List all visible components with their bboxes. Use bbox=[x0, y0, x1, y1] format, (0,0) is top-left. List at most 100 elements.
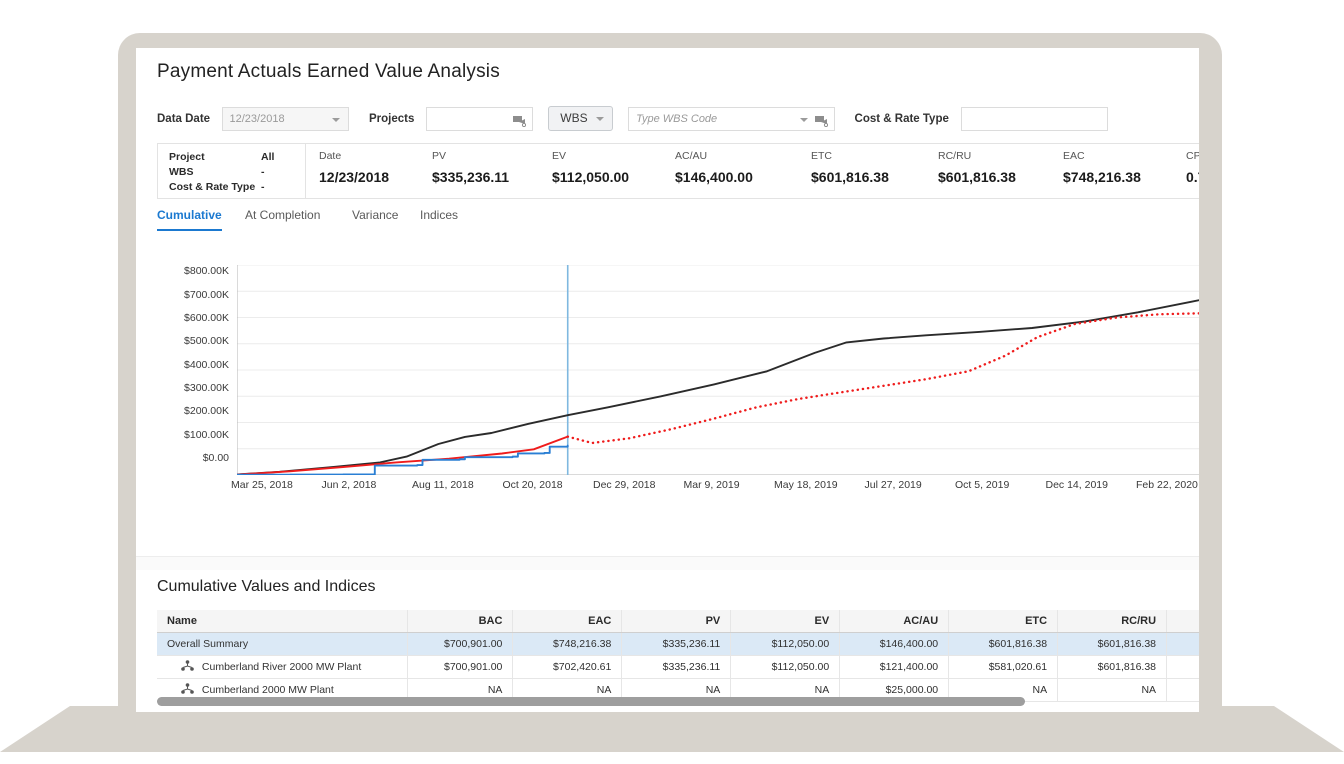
column-header-etc[interactable]: ETC bbox=[949, 610, 1058, 632]
laptop-mockup: Payment Actuals Earned Value Analysis Da… bbox=[0, 0, 1344, 764]
laptop-screen: Payment Actuals Earned Value Analysis Da… bbox=[136, 48, 1199, 712]
summary-filters: Project All WBS - Cost & Rate Type - bbox=[158, 144, 306, 198]
summary-metrics: Date 12/23/2018 PV $335,236.11 EV $112,0… bbox=[306, 144, 1199, 198]
column-header-acau[interactable]: AC/AU bbox=[840, 610, 949, 632]
summary-filter-value: - bbox=[261, 180, 265, 195]
x-tick-label: Dec 14, 2019 bbox=[1046, 479, 1108, 491]
cell-pv: $335,236.11 bbox=[622, 632, 731, 655]
y-tick-label: $0.00 bbox=[203, 452, 229, 464]
y-tick-label: $300.00K bbox=[184, 382, 229, 394]
cost-rate-type-input[interactable] bbox=[961, 107, 1108, 131]
summary-filter-value: All bbox=[261, 150, 274, 165]
metric-value: $112,050.00 bbox=[552, 169, 629, 185]
metric-key: EAC bbox=[1063, 150, 1141, 162]
picker-icon[interactable] bbox=[815, 114, 828, 126]
table-header-row: Name BAC EAC PV EV AC/AU ETC RC/RU CV bbox=[157, 610, 1199, 632]
data-date-value: 12/23/2018 bbox=[230, 113, 285, 125]
wbs-dropdown-button[interactable]: WBS bbox=[548, 106, 612, 131]
row-name: Cumberland 2000 MW Plant bbox=[202, 684, 334, 696]
y-tick-label: $600.00K bbox=[184, 312, 229, 324]
x-tick-label: Oct 20, 2018 bbox=[503, 479, 563, 491]
summary-filter-key: Cost & Rate Type bbox=[169, 181, 255, 193]
summary-strip: Project All WBS - Cost & Rate Type - Dat… bbox=[157, 143, 1199, 199]
chevron-down-icon bbox=[596, 117, 604, 121]
row-indent bbox=[167, 661, 181, 673]
cell-eac: $748,216.38 bbox=[513, 632, 622, 655]
picker-icon[interactable] bbox=[513, 114, 526, 126]
x-tick-label: Oct 5, 2019 bbox=[955, 479, 1009, 491]
projects-label: Projects bbox=[369, 113, 414, 125]
wbs-code-placeholder: Type WBS Code bbox=[636, 113, 717, 125]
table-row[interactable]: Cumberland River 2000 MW Plant $700,901.… bbox=[157, 655, 1199, 678]
x-tick-label: Jul 27, 2019 bbox=[865, 479, 922, 491]
tab-indices[interactable]: Indices bbox=[420, 208, 458, 229]
chart-svg bbox=[237, 265, 1199, 475]
cumulative-chart: AC/AU $800.00K $700.00K $600.00K $500.00… bbox=[157, 235, 1199, 550]
tab-variance[interactable]: Variance bbox=[352, 208, 398, 229]
summary-filter-row: WBS - bbox=[169, 165, 305, 180]
horizontal-scrollbar-thumb[interactable] bbox=[157, 697, 1025, 706]
metric-key: RC/RU bbox=[938, 150, 1016, 162]
row-name: Cumberland River 2000 MW Plant bbox=[202, 661, 361, 673]
column-header-rcru[interactable]: RC/RU bbox=[1058, 610, 1167, 632]
column-header-pv[interactable]: PV bbox=[622, 610, 731, 632]
tab-at-completion[interactable]: At Completion bbox=[245, 208, 320, 229]
column-header-ev[interactable]: EV bbox=[731, 610, 840, 632]
summary-filter-row: Cost & Rate Type - bbox=[169, 180, 305, 195]
table-row[interactable]: Overall Summary $700,901.00 $748,216.38 … bbox=[157, 632, 1199, 655]
cell-eac: $702,420.61 bbox=[513, 655, 622, 678]
summary-filter-key: Project bbox=[169, 151, 205, 163]
chart-x-axis: Mar 25, 2018Jun 2, 2018Aug 11, 2018Oct 2… bbox=[237, 479, 1199, 495]
y-tick-label: $500.00K bbox=[184, 335, 229, 347]
wbs-code-input[interactable]: Type WBS Code bbox=[628, 107, 835, 131]
metric-key: AC/AU bbox=[675, 150, 753, 162]
summary-metric-eac: EAC $748,216.38 bbox=[1063, 150, 1141, 185]
metric-key: CPI bbox=[1186, 150, 1199, 162]
chevron-down-icon[interactable] bbox=[800, 118, 808, 122]
wbs-node-icon bbox=[181, 660, 194, 671]
x-tick-label: Aug 11, 2018 bbox=[412, 479, 474, 491]
column-header-name[interactable]: Name bbox=[157, 610, 407, 632]
cell-acau: $121,400.00 bbox=[840, 655, 949, 678]
projects-input[interactable] bbox=[426, 107, 533, 131]
row-name: Overall Summary bbox=[157, 632, 407, 655]
metric-value: $146,400.00 bbox=[675, 169, 753, 185]
y-tick-label: $800.00K bbox=[184, 265, 229, 277]
values-table: Name BAC EAC PV EV AC/AU ETC RC/RU CV bbox=[157, 610, 1199, 702]
cell-etc: $601,816.38 bbox=[949, 632, 1058, 655]
application-window: Payment Actuals Earned Value Analysis Da… bbox=[136, 48, 1199, 712]
y-tick-label: $200.00K bbox=[184, 405, 229, 417]
column-header-cv[interactable]: CV bbox=[1167, 610, 1199, 632]
filter-bar: Data Date 12/23/2018 Projects WBS bbox=[157, 106, 1108, 136]
values-table-panel: Cumulative Values and Indices Name BAC E… bbox=[136, 570, 1199, 712]
page-title: Payment Actuals Earned Value Analysis bbox=[157, 61, 500, 83]
laptop-base bbox=[0, 706, 1344, 752]
chevron-down-icon bbox=[332, 118, 340, 122]
chart-y-axis: $800.00K $700.00K $600.00K $500.00K $400… bbox=[157, 271, 229, 468]
y-tick-label: $400.00K bbox=[184, 359, 229, 371]
section-title: Cumulative Values and Indices bbox=[157, 578, 376, 596]
cell-bac: $700,901.00 bbox=[407, 655, 513, 678]
data-date-label: Data Date bbox=[157, 113, 210, 125]
tab-cumulative[interactable]: Cumulative bbox=[157, 208, 222, 231]
wbs-node-icon bbox=[181, 683, 194, 694]
summary-filter-row: Project All bbox=[169, 150, 305, 165]
column-header-eac[interactable]: EAC bbox=[513, 610, 622, 632]
cell-bac: $700,901.00 bbox=[407, 632, 513, 655]
tab-bar: Cumulative At Completion Variance Indice… bbox=[157, 208, 1199, 236]
x-tick-label: Feb 22, 2020 bbox=[1136, 479, 1198, 491]
x-tick-label: Mar 9, 2019 bbox=[684, 479, 740, 491]
summary-metric-cpi: CPI 0.77 bbox=[1186, 150, 1199, 185]
x-tick-label: Jun 2, 2018 bbox=[322, 479, 377, 491]
column-header-bac[interactable]: BAC bbox=[407, 610, 513, 632]
cell-rcru: $601,816.38 bbox=[1058, 655, 1167, 678]
cell-ev: $112,050.00 bbox=[731, 632, 840, 655]
x-tick-label: May 18, 2019 bbox=[774, 479, 838, 491]
cell-ev: $112,050.00 bbox=[731, 655, 840, 678]
metric-value: 12/23/2018 bbox=[319, 169, 389, 185]
metric-value: $601,816.38 bbox=[938, 169, 1016, 185]
data-date-input[interactable]: 12/23/2018 bbox=[222, 107, 349, 131]
cell-rcru: $601,816.38 bbox=[1058, 632, 1167, 655]
row-indent bbox=[167, 684, 181, 696]
cell-pv: $335,236.11 bbox=[622, 655, 731, 678]
